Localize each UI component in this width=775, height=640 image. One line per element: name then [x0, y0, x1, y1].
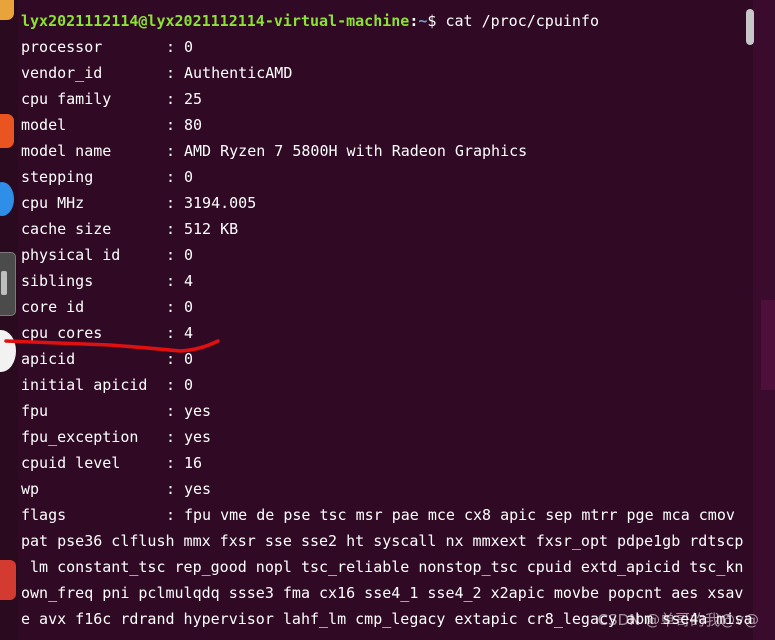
- field-key: initial apicid: [21, 376, 148, 394]
- cpuinfo-line: apicid:0: [21, 346, 193, 372]
- cpuinfo-line: cpu family:25: [21, 86, 202, 112]
- field-key: siblings: [21, 272, 94, 290]
- command-text: cat /proc/cpuinfo: [445, 12, 599, 30]
- cpuinfo-line: physical id:0: [21, 242, 193, 268]
- cpuinfo-line: wp: yes: [21, 476, 211, 502]
- app-icon[interactable]: [0, 114, 14, 148]
- cpuinfo-line: fpu: yes: [21, 398, 211, 424]
- scrollbar-thumb[interactable]: [746, 9, 754, 45]
- terminal-window[interactable]: lyx2021112114@lyx2021112114-virtual-mach…: [18, 6, 753, 640]
- field-value: 0: [184, 246, 194, 264]
- field-value: AMD Ryzen 7 5800H with Radeon Graphics: [184, 142, 528, 160]
- field-key: physical id: [21, 246, 121, 264]
- terminal-app-icon[interactable]: [0, 252, 16, 316]
- field-key: apicid: [21, 350, 76, 368]
- field-key: stepping: [21, 168, 94, 186]
- app-icon[interactable]: [0, 182, 14, 216]
- field-key: fpu: [21, 402, 49, 420]
- field-key: vendor_id: [21, 64, 103, 82]
- field-value: yes: [184, 402, 212, 420]
- field-value: 0: [184, 350, 194, 368]
- field-key: cpuid level: [21, 454, 121, 472]
- flags-continuation-line: own_freq pni pclmulqdq ssse3 fma cx16 ss…: [21, 584, 744, 602]
- field-value: 4: [184, 272, 194, 290]
- field-key: cpu MHz: [21, 194, 85, 212]
- field-key: model: [21, 116, 67, 134]
- flags-continuation-line: pat pse36 clflush mmx fxsr sse sse2 ht s…: [21, 532, 744, 550]
- prompt-user-host: lyx2021112114@lyx2021112114-virtual-mach…: [21, 12, 410, 30]
- cpuinfo-line: cache size:512 KB: [21, 216, 238, 242]
- cpuinfo-line: model name: AMD Ryzen 7 5800H with Radeon…: [21, 138, 527, 164]
- field-value: 0: [184, 376, 194, 394]
- cpuinfo-line: flags: fpu vme de pse tsc msr pae mce cx8…: [21, 502, 735, 528]
- app-icon[interactable]: [0, 0, 14, 20]
- cpuinfo-line: vendor_id: AuthenticAMD: [21, 60, 292, 86]
- field-value: 0: [184, 38, 194, 56]
- cpuinfo-line: stepping:0: [21, 164, 193, 190]
- field-key: fpu_exception: [21, 428, 139, 446]
- field-value: 3194.005: [184, 194, 257, 212]
- screen: lyx2021112114@lyx2021112114-virtual-mach…: [0, 0, 775, 640]
- field-key: flags: [21, 506, 67, 524]
- field-value: 16: [184, 454, 203, 472]
- field-key: model name: [21, 142, 112, 160]
- cpuinfo-line: core id:0: [21, 294, 193, 320]
- cpuinfo-line: processor:0: [21, 34, 193, 60]
- cpuinfo-line: model:80: [21, 112, 202, 138]
- cpuinfo-line: cpu cores:4: [21, 320, 193, 346]
- prompt-line: lyx2021112114@lyx2021112114-virtual-mach…: [21, 12, 599, 30]
- flags-continuation-line: lm constant_tsc rep_good nopl tsc_reliab…: [21, 558, 744, 576]
- field-key: cache size: [21, 220, 112, 238]
- field-value: 0: [184, 168, 194, 186]
- field-key: cpu cores: [21, 324, 103, 342]
- cpuinfo-line: cpuid level:16: [21, 450, 202, 476]
- watermark: CSDN @单哥的我@v@: [597, 611, 759, 629]
- cpuinfo-line: fpu_exception: yes: [21, 424, 211, 450]
- cpuinfo-line: siblings:4: [21, 268, 193, 294]
- app-icon[interactable]: [0, 560, 16, 600]
- field-value: yes: [184, 480, 212, 498]
- field-value: yes: [184, 428, 212, 446]
- app-icon[interactable]: [0, 330, 16, 372]
- field-value: 80: [184, 116, 203, 134]
- field-value: fpu vme de pse tsc msr pae mce cx8 apic …: [184, 506, 735, 524]
- field-value: 0: [184, 298, 194, 316]
- field-key: wp: [21, 480, 40, 498]
- field-key: core id: [21, 298, 85, 316]
- desktop-edge: [753, 0, 775, 640]
- cpuinfo-line: initial apicid:0: [21, 372, 193, 398]
- field-value: 512 KB: [184, 220, 239, 238]
- field-key: processor: [21, 38, 103, 56]
- cpuinfo-line: cpu MHz:3194.005: [21, 190, 256, 216]
- field-value: 25: [184, 90, 203, 108]
- field-value: 4: [184, 324, 194, 342]
- field-value: AuthenticAMD: [184, 64, 293, 82]
- field-key: cpu family: [21, 90, 112, 108]
- dock: [0, 0, 18, 640]
